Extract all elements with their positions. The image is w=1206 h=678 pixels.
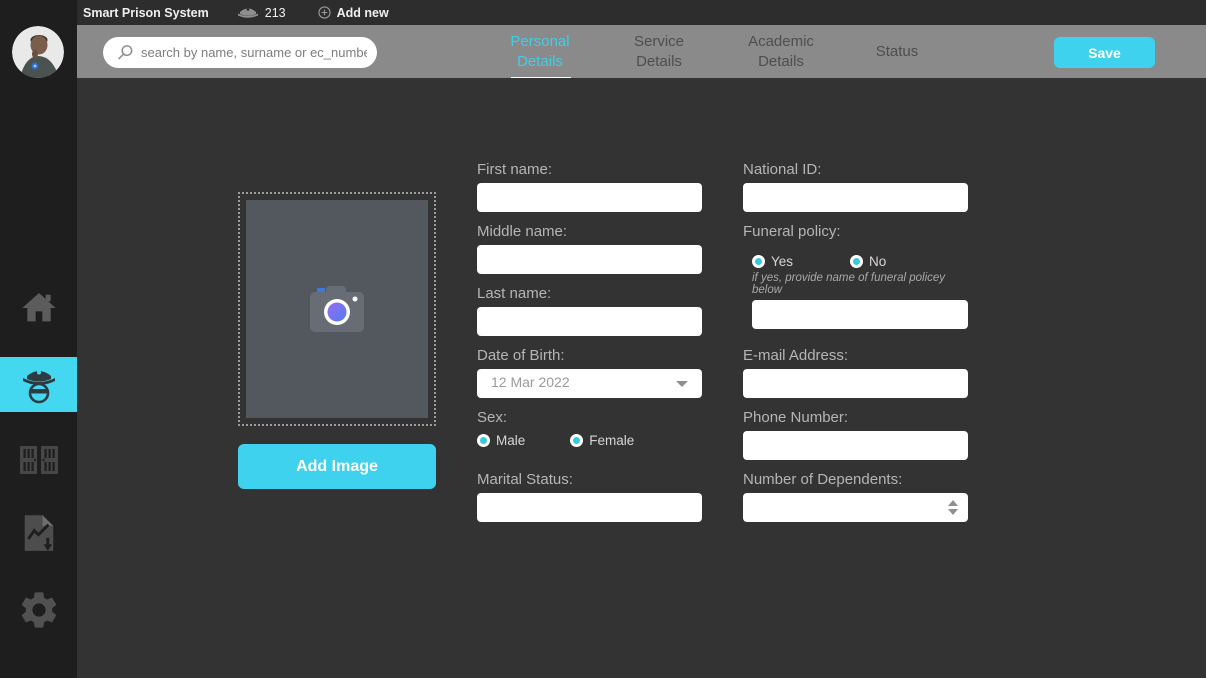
sidebar-item-cells[interactable] [0,440,77,480]
sex-male-radio[interactable]: Male [477,433,525,448]
marital-status-label: Marital Status: [477,471,702,488]
dependents-input[interactable] [743,493,968,522]
radio-icon [570,434,583,447]
avatar[interactable] [12,26,64,78]
sidebar-item-reports[interactable] [0,510,77,556]
stepper-up-icon[interactable] [948,500,958,506]
sex-female-label: Female [589,433,634,448]
date-of-birth-value: 12 Mar 2022 [491,374,570,390]
settings-gear-icon [17,588,61,632]
header-bar: Personal Details Service Details Academi… [77,25,1206,78]
home-icon [19,288,59,328]
search-input[interactable] [141,45,367,60]
middle-name-input[interactable] [477,245,702,274]
save-button[interactable]: Save [1054,37,1155,68]
tab-academic-details[interactable]: Academic Details [739,25,823,78]
phone-input[interactable] [743,431,968,460]
user-photo [12,26,64,78]
add-image-button[interactable]: Add Image [238,444,436,489]
police-officer-icon [17,363,61,407]
form-column-left: First name: Middle name: Last name: Date… [477,78,702,678]
dependents-stepper[interactable] [948,500,958,515]
main-content: Add Image First name: Middle name: Last … [77,78,1206,678]
sex-label: Sex: [477,409,702,426]
tab-service-details[interactable]: Service Details [617,25,701,78]
topbar: Smart Prison System 213 Add new [77,0,1206,25]
sex-group: Sex: Male Female [477,409,702,448]
national-id-input[interactable] [743,183,968,212]
radio-icon [752,255,765,268]
national-id-label: National ID: [743,161,968,178]
add-new-label: Add new [337,6,389,20]
chevron-down-icon [676,381,688,387]
phone-label: Phone Number: [743,409,968,426]
last-name-input[interactable] [477,307,702,336]
form-column-right: National ID: Funeral policy: Yes No if y… [743,78,968,678]
sex-female-radio[interactable]: Female [570,433,634,448]
email-label: E-mail Address: [743,347,968,364]
last-name-label: Last name: [477,285,702,302]
middle-name-group: Middle name: [477,223,702,274]
marital-status-group: Marital Status: [477,471,702,522]
first-name-group: First name: [477,161,702,212]
add-new-button[interactable]: Add new [318,6,389,20]
first-name-label: First name: [477,161,702,178]
national-id-group: National ID: [743,161,968,212]
first-name-input[interactable] [477,183,702,212]
search-bar[interactable] [103,37,377,68]
photo-dropzone[interactable] [238,192,436,426]
date-of-birth-group: Date of Birth: 12 Mar 2022 [477,347,702,398]
funeral-yes-radio[interactable]: Yes [752,254,793,269]
add-new-plus-icon [318,6,331,19]
middle-name-label: Middle name: [477,223,702,240]
sidebar [0,0,77,678]
camera-icon [310,286,364,332]
sidebar-item-home[interactable] [0,286,77,330]
sidebar-item-officers[interactable] [0,357,77,412]
email-group: E-mail Address: [743,347,968,398]
date-of-birth-select[interactable]: 12 Mar 2022 [477,369,702,398]
prisoner-count: 213 [265,6,286,20]
funeral-policy-hint: if yes, provide name of funeral policey … [752,272,968,296]
report-download-icon [23,514,55,552]
tab-personal-details[interactable]: Personal Details [498,25,582,78]
last-name-group: Last name: [477,285,702,336]
email-input[interactable] [743,369,968,398]
funeral-policy-input[interactable] [752,300,968,329]
radio-icon [477,434,490,447]
police-cap-icon [237,5,259,20]
sidebar-item-settings[interactable] [0,586,77,634]
stepper-down-icon[interactable] [948,509,958,515]
date-of-birth-label: Date of Birth: [477,347,702,364]
funeral-policy-label: Funeral policy: [743,223,968,240]
app-title: Smart Prison System [83,6,209,20]
photo-placeholder [246,200,428,418]
sex-male-label: Male [496,433,525,448]
funeral-no-radio[interactable]: No [850,254,886,269]
marital-status-input[interactable] [477,493,702,522]
prison-cells-icon [19,444,59,476]
funeral-no-label: No [869,254,886,269]
tab-status[interactable]: Status [855,25,939,78]
dependents-group: Number of Dependents: [743,471,968,522]
funeral-yes-label: Yes [771,254,793,269]
dependents-label: Number of Dependents: [743,471,968,488]
phone-group: Phone Number: [743,409,968,460]
search-icon [117,44,134,61]
radio-icon [850,255,863,268]
